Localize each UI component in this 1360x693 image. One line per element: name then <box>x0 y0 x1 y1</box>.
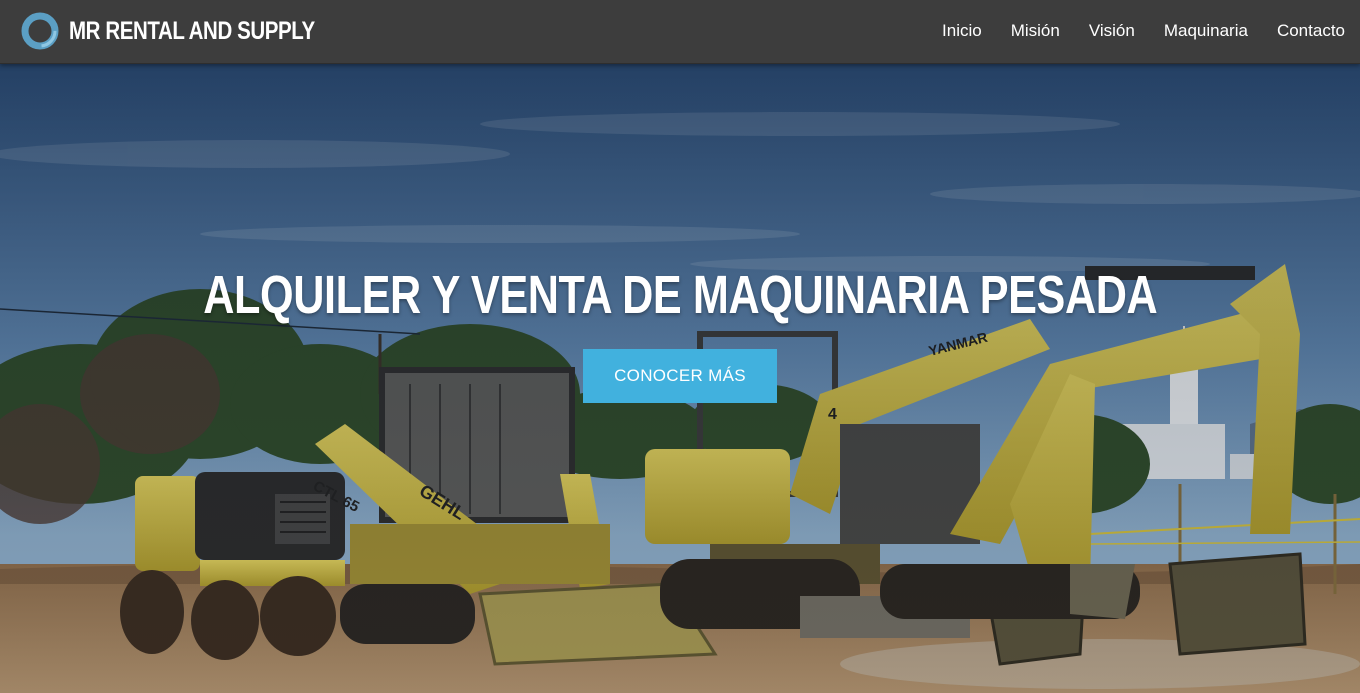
nav-item-vision[interactable]: Visión <box>1089 21 1135 41</box>
nav-item-maquinaria[interactable]: Maquinaria <box>1164 21 1248 41</box>
nav-item-inicio[interactable]: Inicio <box>942 21 982 41</box>
top-navbar: MR RENTAL AND SUPPLY Inicio Misión Visió… <box>0 0 1360 64</box>
hero-section: CTL 65 GEHL YANMAR 4 <box>0 64 1360 693</box>
hero-title-text: ALQUILER Y VENTA DE MAQUINARIA PESADA <box>202 265 1158 325</box>
ring-logo-icon <box>21 12 59 50</box>
brand-link[interactable]: MR RENTAL AND SUPPLY <box>19 9 369 53</box>
hero-content: ALQUILER Y VENTA DE MAQUINARIA PESADA CO… <box>0 64 1360 693</box>
nav-item-contacto[interactable]: Contacto <box>1277 21 1345 41</box>
nav-item-mision[interactable]: Misión <box>1011 21 1060 41</box>
conocer-mas-button[interactable]: CONOCER MÁS <box>583 349 777 403</box>
hero-title: ALQUILER Y VENTA DE MAQUINARIA PESADA <box>0 264 1360 326</box>
main-nav: Inicio Misión Visión Maquinaria Contacto <box>913 0 1345 62</box>
brand-name: MR RENTAL AND SUPPLY <box>69 16 315 45</box>
